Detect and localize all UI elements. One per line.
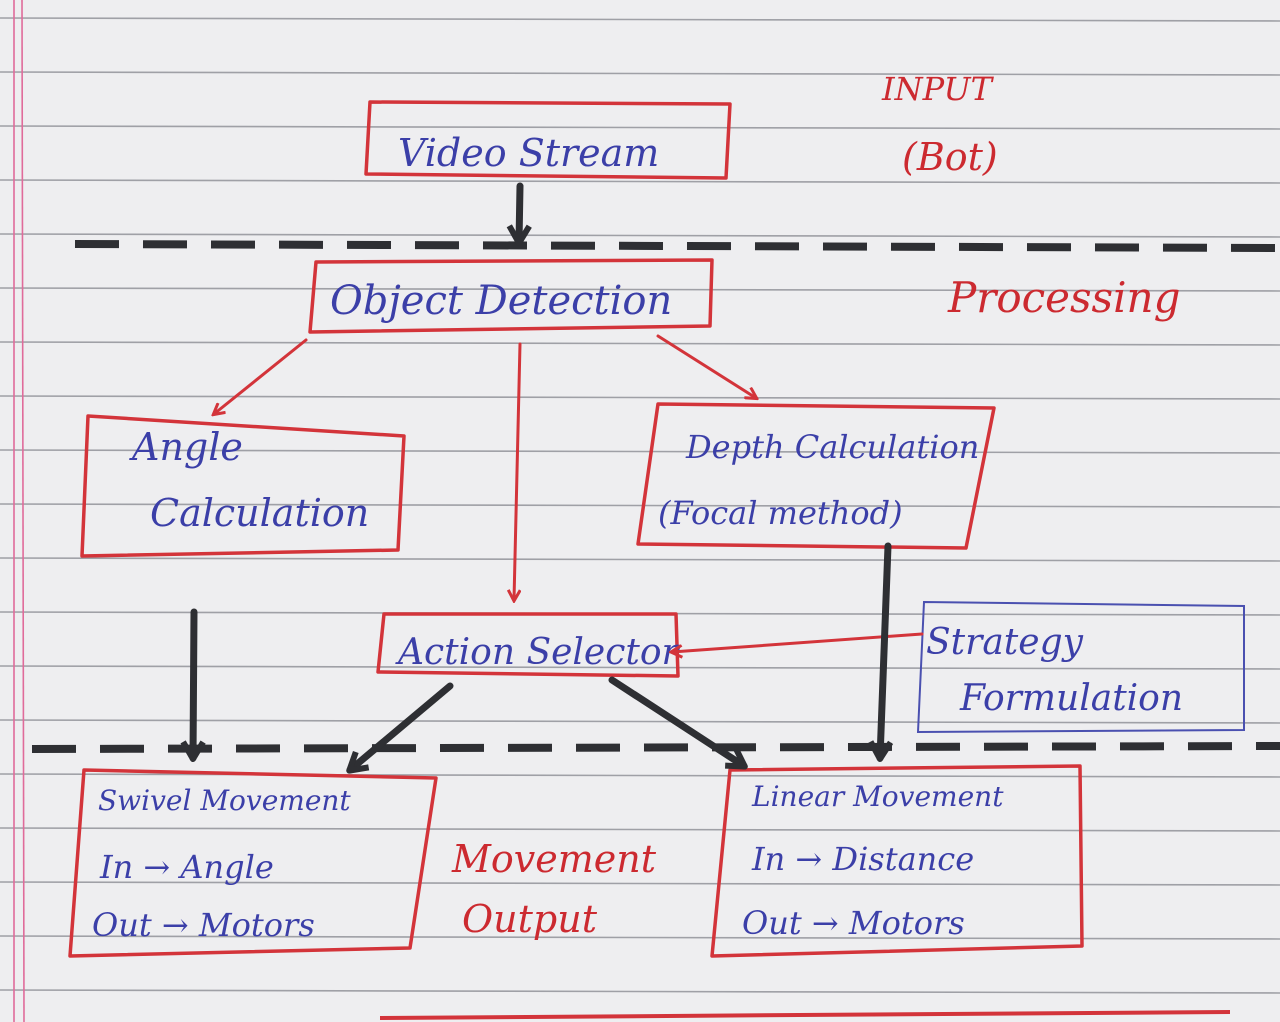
strategy-formulation-line-1: Strategy <box>926 622 1084 663</box>
arrow-angle-to-swivel <box>180 608 206 762</box>
linear-movement-title: Linear Movement <box>751 780 1004 813</box>
object-detection-label: Object Detection <box>330 278 672 324</box>
video-stream-label: Video Stream <box>398 131 659 175</box>
depth-calculation-line-1: Depth Calculation <box>685 428 979 466</box>
action-selector-label: Action Selector <box>395 632 681 673</box>
section-label-movement: Movement <box>451 837 657 881</box>
angle-calculation-line-2: Calculation <box>150 491 369 535</box>
section-label-processing: Processing <box>947 273 1180 322</box>
section-label-input-bot: (Bot) <box>902 135 998 179</box>
notebook-diagram: INPUT (Bot) Processing Movement Output V… <box>0 0 1280 1022</box>
depth-calculation-line-2: (Focal method) <box>658 494 903 532</box>
section-label-output: Output <box>462 897 598 941</box>
swivel-movement-output: Out → Motors <box>92 906 315 944</box>
strategy-formulation-line-2: Formulation <box>959 678 1183 719</box>
section-label-input: INPUT <box>881 70 995 108</box>
linear-movement-input: In → Distance <box>751 840 974 878</box>
angle-calculation-line-1: Angle <box>129 425 243 469</box>
arrow-video-to-detection <box>506 182 532 246</box>
swivel-movement-title: Swivel Movement <box>98 784 351 817</box>
linear-movement-output: Out → Motors <box>742 904 965 942</box>
swivel-movement-input: In → Angle <box>99 848 274 886</box>
